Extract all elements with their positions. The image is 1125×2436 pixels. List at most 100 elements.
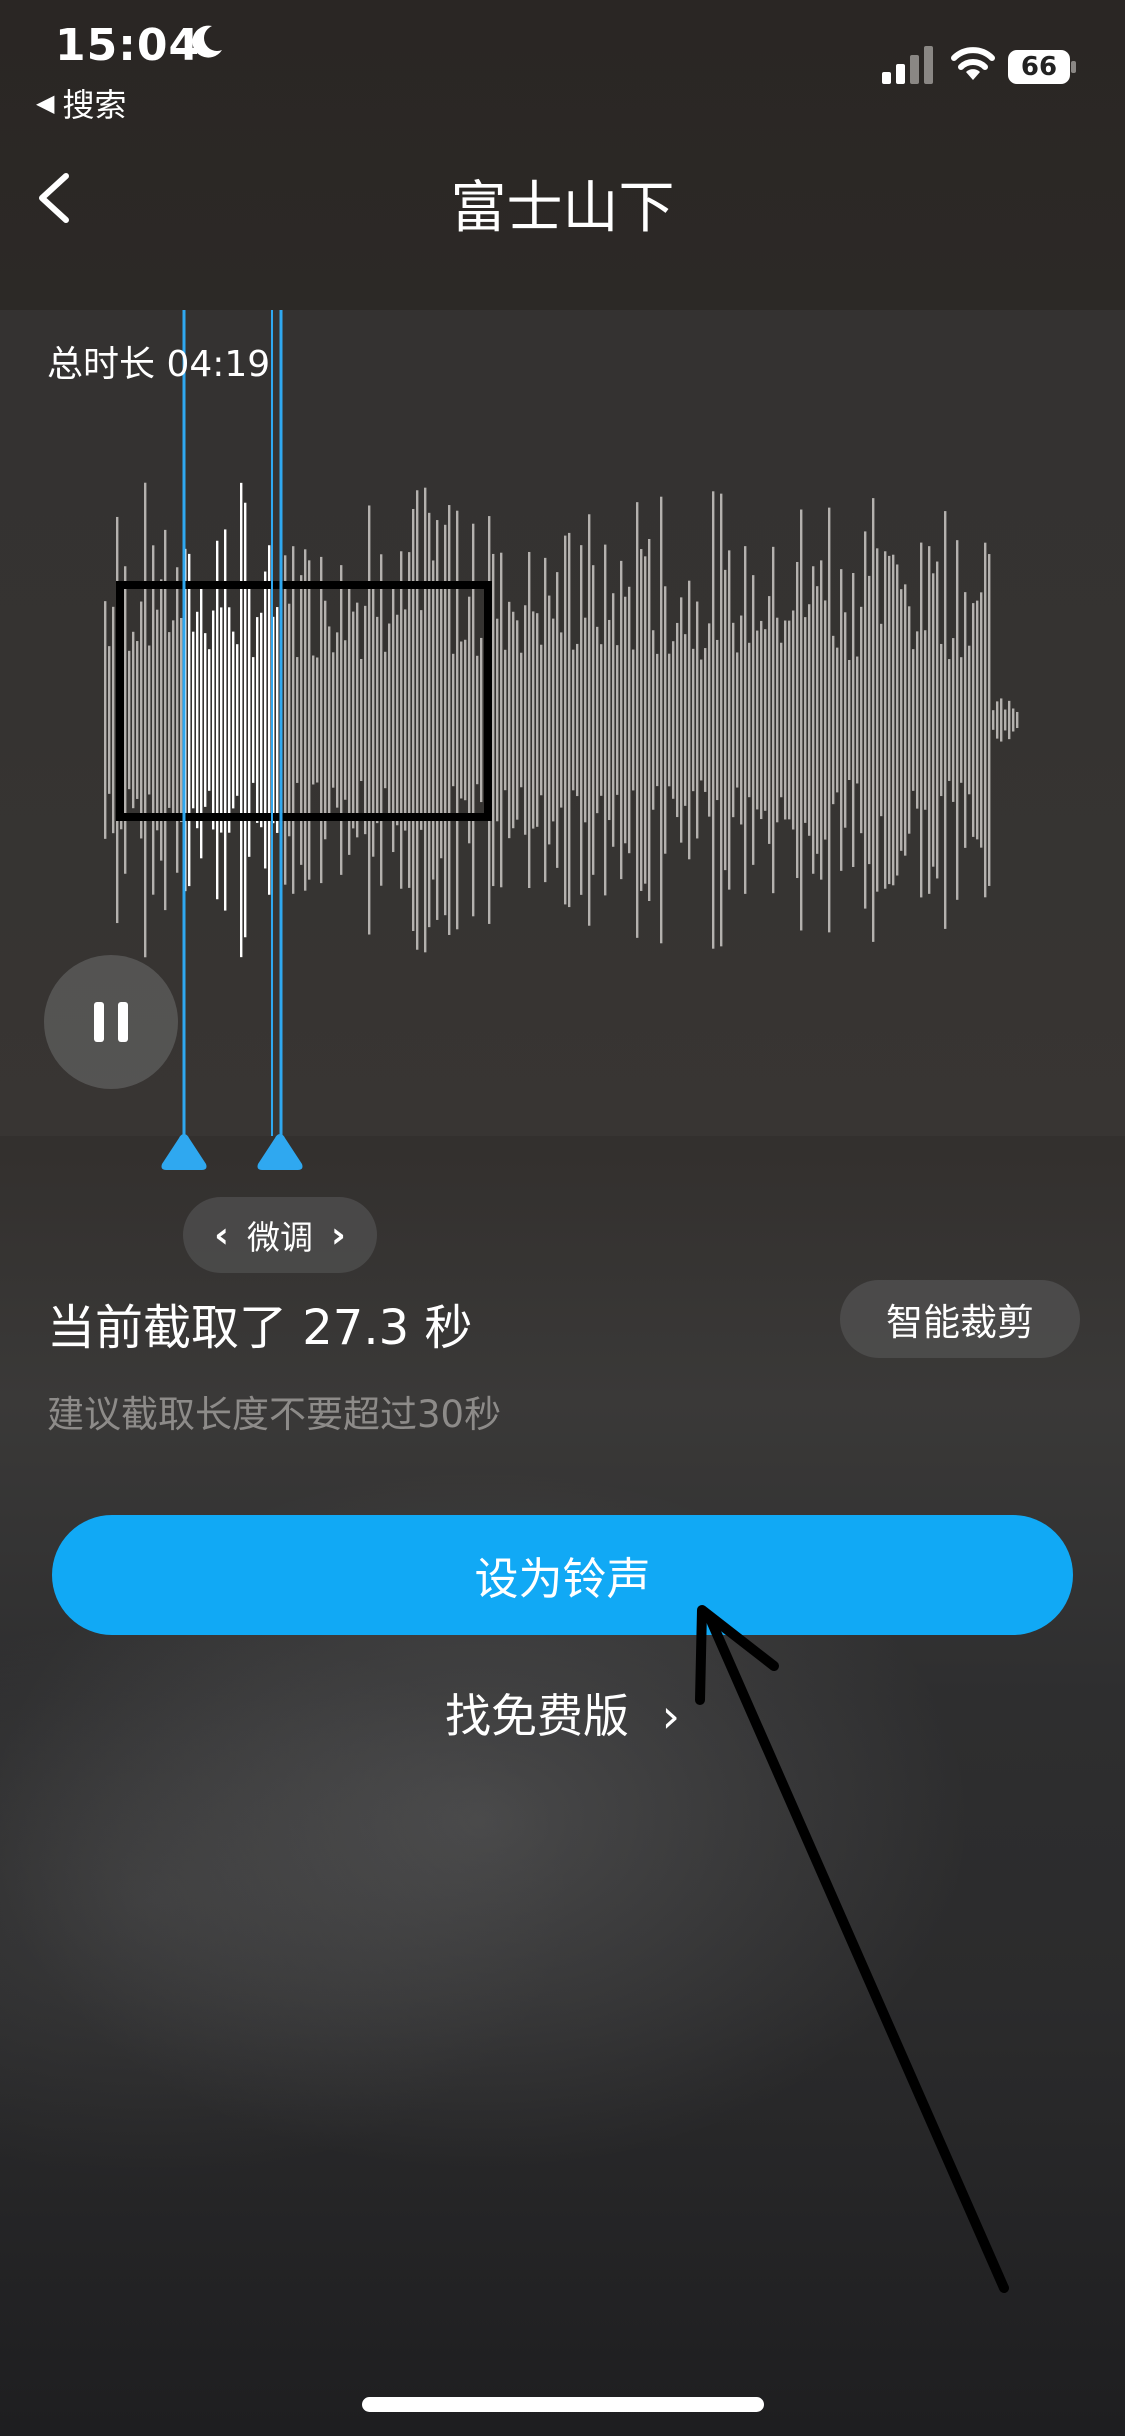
waveform-bar xyxy=(288,603,291,837)
waveform-bar xyxy=(460,641,463,799)
waveform-bar xyxy=(412,508,415,932)
waveform-bar xyxy=(728,550,731,890)
waveform-bar xyxy=(304,549,307,891)
waveform-bar xyxy=(904,584,907,856)
clip-duration-info: 当前截取了 27.3 秒 xyxy=(47,1300,473,1356)
waveform-bar xyxy=(168,632,171,808)
waveform-bar xyxy=(492,553,495,887)
waveform-bar xyxy=(788,620,791,820)
waveform-bar xyxy=(652,630,655,810)
waveform-bar xyxy=(940,643,943,797)
waveform-bar xyxy=(380,554,383,886)
waveform-bar xyxy=(452,653,455,787)
waveform-bar xyxy=(784,620,787,820)
free-version-label: 找免费版 xyxy=(444,1689,629,1743)
waveform-bar xyxy=(428,512,431,928)
waveform-bar xyxy=(968,645,971,795)
set-ringtone-button[interactable]: 设为铃声 xyxy=(52,1515,1073,1635)
fine-tune-control[interactable]: ‹ 微调 › xyxy=(183,1197,377,1273)
waveform-bar xyxy=(600,644,603,796)
waveform-bar xyxy=(540,644,543,796)
duration-tip: 建议截取长度不要超过30秒 xyxy=(47,1393,502,1436)
battery-icon: 66 xyxy=(1008,50,1078,84)
waveform-bar xyxy=(732,622,735,818)
waveform-bar xyxy=(112,606,115,834)
end-handle[interactable] xyxy=(254,1130,306,1172)
waveform-bar xyxy=(332,652,335,788)
back-app-label: 搜索 xyxy=(62,86,127,124)
waveform-bar xyxy=(996,701,999,739)
waveform-bar xyxy=(1016,711,1019,729)
waveform-bar xyxy=(552,618,555,822)
waveform-bar xyxy=(260,612,263,828)
waveform-bar xyxy=(876,548,879,892)
free-version-link[interactable]: 找免费版 › xyxy=(0,1680,1125,1746)
waveform-bar xyxy=(748,642,751,798)
smart-trim-button[interactable]: 智能裁剪 xyxy=(840,1280,1080,1358)
waveform-bar xyxy=(856,656,859,784)
waveform-bar xyxy=(672,641,675,799)
waveform-bar xyxy=(712,491,715,949)
waveform-bar xyxy=(108,646,111,794)
waveform-bar xyxy=(792,610,795,830)
waveform-bar xyxy=(308,560,311,880)
total-duration: 总时长 04:19 xyxy=(47,344,271,385)
waveform-bar xyxy=(860,606,863,834)
wifi-icon xyxy=(951,47,995,80)
waveform-bar xyxy=(992,710,995,730)
waveform-bar xyxy=(744,546,747,894)
waveform-bar xyxy=(320,556,323,884)
waveform-bar xyxy=(756,630,759,810)
waveform-bar xyxy=(264,571,267,869)
waveform-bar xyxy=(188,553,191,887)
waveform-bar xyxy=(864,531,867,909)
waveform-bar xyxy=(376,616,379,824)
waveform-bar xyxy=(1008,700,1011,740)
waveform-bar xyxy=(324,600,327,840)
page-title: 富士山下 xyxy=(450,176,675,241)
chevron-right-icon[interactable]: › xyxy=(331,1215,346,1256)
waveform-bar xyxy=(812,566,815,874)
waveform-bar xyxy=(596,626,599,814)
waveform-bar xyxy=(424,487,427,953)
waveform-bar xyxy=(628,586,631,854)
waveform-bar xyxy=(644,556,647,884)
waveform-bar xyxy=(608,619,611,821)
waveform-bar xyxy=(892,554,895,886)
waveform-bar xyxy=(392,587,395,853)
waveform-bar xyxy=(232,631,235,809)
waveform-bar xyxy=(944,511,947,929)
waveform-bar xyxy=(496,618,499,822)
waveform-bar xyxy=(632,649,635,791)
waveform-bar xyxy=(624,596,627,844)
waveform-bar xyxy=(684,634,687,806)
waveform-bar xyxy=(284,555,287,885)
waveform-bar xyxy=(344,640,347,800)
waveform-bar xyxy=(720,493,723,947)
waveform-bar xyxy=(536,613,539,827)
waveform-bar xyxy=(900,589,903,851)
waveform-bar xyxy=(104,601,107,839)
waveform-bar xyxy=(368,505,371,935)
waveform-bar xyxy=(800,509,803,931)
waveform-bar xyxy=(456,510,459,930)
waveform-bar xyxy=(156,609,159,831)
waveform-bar xyxy=(592,565,595,875)
waveform-bar xyxy=(128,650,131,790)
waveform-bar xyxy=(928,546,931,894)
start-handle[interactable] xyxy=(158,1130,210,1172)
waveform-bar xyxy=(664,586,667,854)
waveform-bar xyxy=(1004,709,1007,731)
waveform-bar xyxy=(668,653,671,787)
back-to-app-link[interactable]: ◀ 搜索 xyxy=(36,80,126,126)
waveform-bar xyxy=(580,545,583,895)
waveform-bar xyxy=(824,600,827,840)
waveform-bar xyxy=(312,655,315,785)
chevron-left-icon[interactable]: ‹ xyxy=(214,1215,229,1256)
waveform-bar xyxy=(352,611,355,829)
waveform-bar xyxy=(848,659,851,781)
waveform-bar xyxy=(776,617,779,823)
waveform-bar xyxy=(316,657,319,783)
waveform-bar xyxy=(464,639,467,801)
pause-button[interactable] xyxy=(44,955,178,1089)
